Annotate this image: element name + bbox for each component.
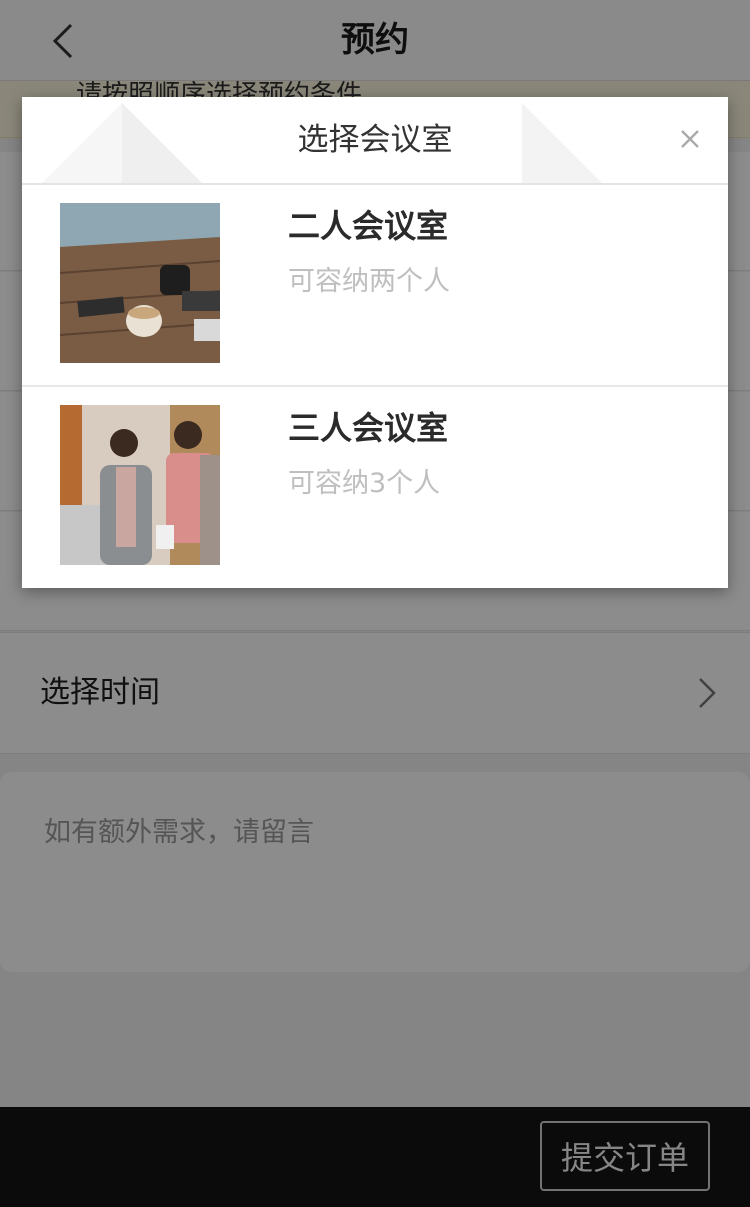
- room-name: 二人会议室: [288, 207, 449, 245]
- close-button[interactable]: [670, 119, 710, 159]
- room-name: 三人会议室: [288, 409, 449, 447]
- dialog-header: 选择会议室: [22, 97, 728, 185]
- room-capacity: 可容纳3个人: [288, 468, 441, 499]
- room-capacity: 可容纳两个人: [288, 266, 450, 297]
- close-icon: [681, 130, 699, 148]
- select-room-dialog: 选择会议室 二人会议室 可容纳两个人 三人会议室 可容纳3个人: [22, 97, 728, 588]
- room-photo: [60, 203, 220, 363]
- room-photo: [60, 405, 220, 565]
- room-option[interactable]: 三人会议室 可容纳3个人: [22, 387, 728, 587]
- room-option[interactable]: 二人会议室 可容纳两个人: [22, 185, 728, 387]
- dialog-title: 选择会议室: [297, 122, 453, 158]
